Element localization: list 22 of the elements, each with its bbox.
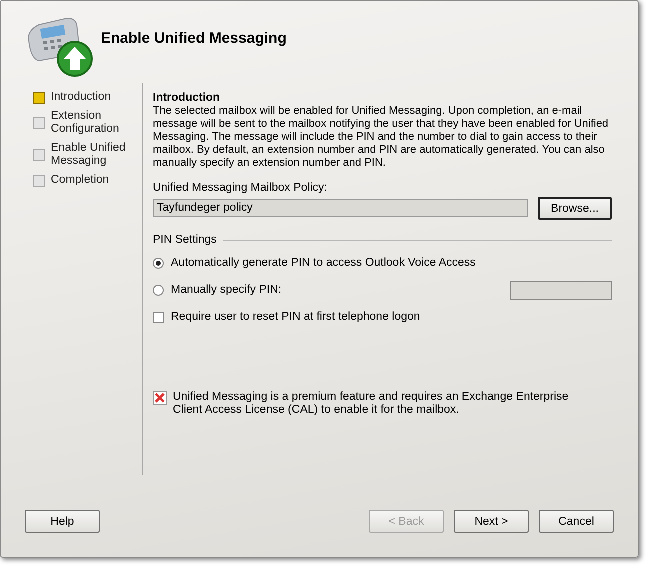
step-label: Extension Configuration	[51, 110, 120, 136]
step-label: Enable Unified Messaging	[51, 142, 127, 168]
exchange-logo-icon	[153, 391, 167, 405]
radio-button[interactable]	[153, 284, 164, 296]
radio-button[interactable]	[153, 258, 164, 268]
license-notice: Unified Messaging is a premium feature and requires an Exchange Enterprise Client Access License (CAL) to enable it for the mailbox.	[173, 391, 570, 417]
browse-button[interactable]: Browse...	[538, 197, 612, 220]
window-title: Enable Unified Messaging	[101, 30, 287, 46]
checkbox-label: Require user to reset PIN at first telephone logon	[171, 311, 420, 323]
checkbox[interactable]	[153, 312, 164, 322]
step-label: Introduction	[51, 91, 112, 104]
description-text: The selected mailbox will be enabled for Unified Messaging. Upon completion, an e-mail message will be sent to the mailbox notifying the user that they have been enabled for Unified Messaging. The message will include the PIN and the number to dial to gain access to their mailbox. By default, an extension number and PIN are automatically generated. You can also manually specify an extension number and PIN.	[153, 105, 610, 170]
wizard-button[interactable]: Help	[25, 510, 100, 533]
wizard-button[interactable]: Next >	[454, 510, 529, 533]
policy-field[interactable]: Tayfundeger policy	[153, 199, 528, 217]
section-heading: Introduction	[153, 91, 222, 105]
radio-label: Manually specify PIN:	[171, 284, 282, 296]
radio-label: Automatically generate PIN to access Outlook Voice Access	[171, 257, 476, 269]
step-label: Completion	[51, 174, 110, 187]
policy-label: Unified Messaging Mailbox Policy:	[153, 182, 328, 194]
group-label: PIN Settings	[153, 234, 217, 246]
wizard-button[interactable]: Cancel	[539, 510, 614, 533]
